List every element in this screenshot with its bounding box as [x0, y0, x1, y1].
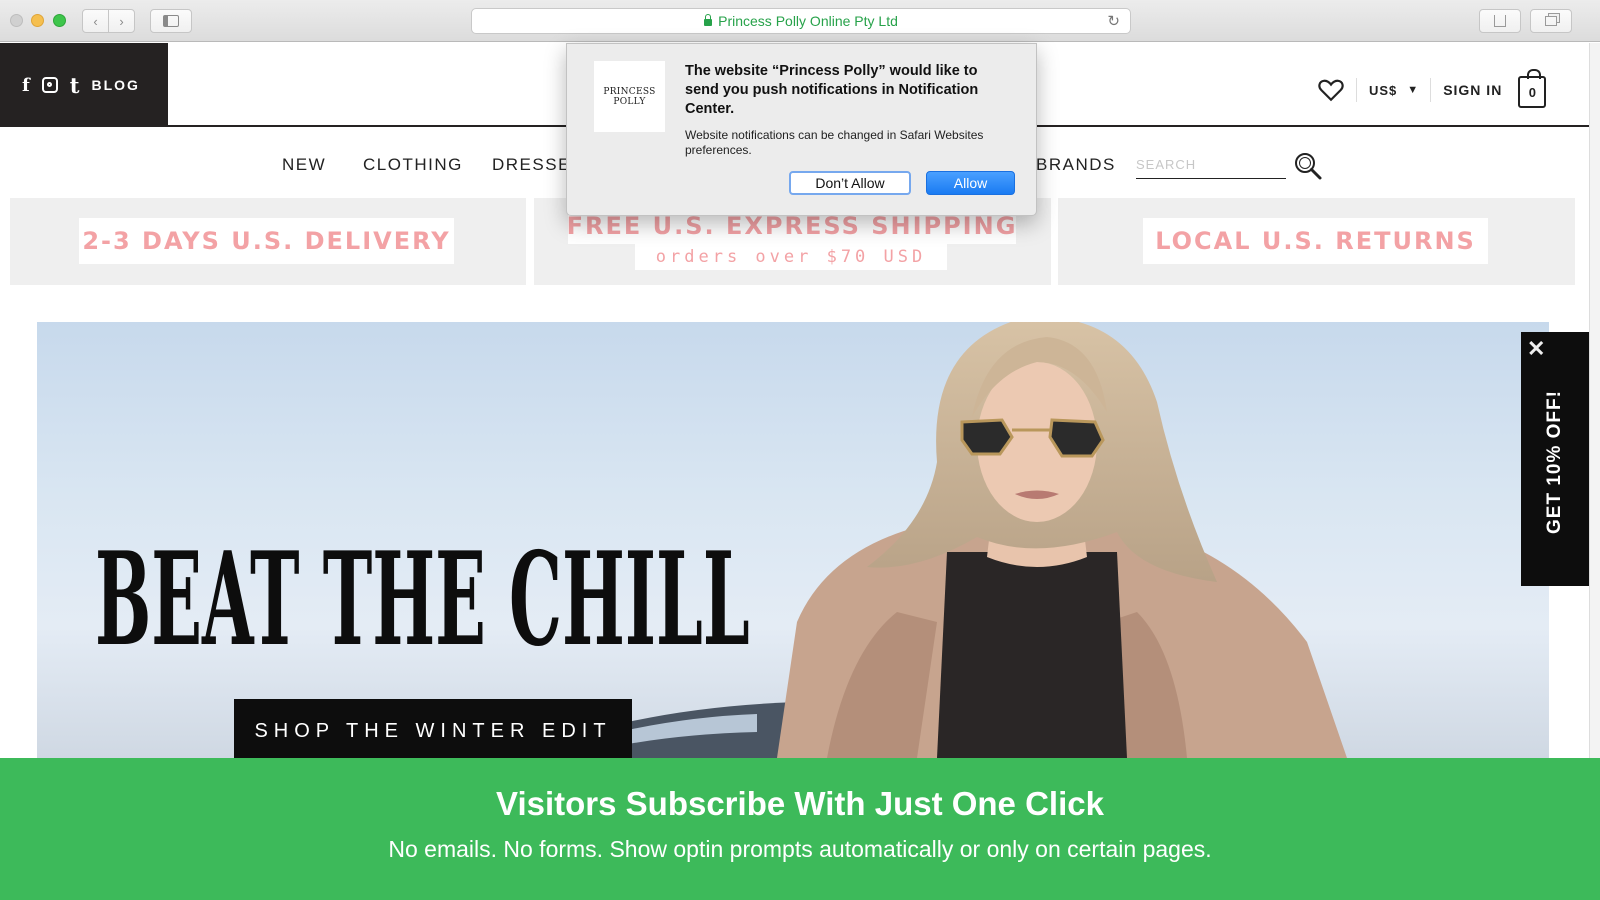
dialog-body: Website notifications can be changed in …: [685, 128, 984, 157]
back-button[interactable]: ‹: [82, 9, 109, 33]
hero-title: BEAT THE CHILL: [95, 525, 750, 675]
tabs-overview-button[interactable]: [1530, 9, 1572, 33]
notification-permission-dialog: PRINCESS POLLY The website “Princess Pol…: [566, 43, 1037, 216]
chevron-down-icon[interactable]: ▼: [1407, 84, 1418, 96]
nav-item-brands[interactable]: BRANDS: [1036, 155, 1116, 175]
lock-icon: [704, 13, 713, 26]
search-icon[interactable]: [1293, 151, 1323, 181]
search-field: [1136, 151, 1286, 179]
instagram-icon[interactable]: [41, 77, 58, 93]
dialog-title: The website “Princess Polly” would like …: [685, 63, 979, 117]
cart-icon[interactable]: 0: [1518, 69, 1547, 108]
dont-allow-button[interactable]: Don’t Allow: [789, 171, 911, 195]
site-logo: PRINCESS POLLY: [594, 61, 665, 132]
sign-in-link[interactable]: SIGN IN: [1443, 82, 1502, 98]
blog-link[interactable]: BLOG: [91, 77, 139, 93]
sidebar-button[interactable]: [150, 9, 192, 33]
header-separator: [1430, 78, 1432, 102]
shop-winter-edit-button[interactable]: SHOP THE WINTER EDIT: [234, 699, 632, 758]
nav-item-new[interactable]: NEW: [282, 155, 326, 175]
scrollbar[interactable]: [1589, 43, 1600, 758]
address-bar[interactable]: Princess Polly Online Pty Ltd ↻: [471, 8, 1131, 34]
browser-toolbar: ‹ › Princess Polly Online Pty Ltd ↻: [0, 0, 1600, 42]
social-links: f t BLOG: [0, 43, 168, 127]
reload-icon[interactable]: ↻: [1107, 12, 1120, 30]
share-button[interactable]: [1479, 9, 1521, 33]
instagram-lens: [46, 82, 52, 87]
banner-subtitle: No emails. No forms. Show optin prompts …: [388, 836, 1212, 862]
currency-selector[interactable]: US$: [1369, 83, 1397, 98]
promo-delivery: 2-3 DAYS U.S. DELIVERY: [10, 198, 526, 285]
zoom-window-button[interactable]: [53, 14, 66, 27]
close-icon[interactable]: ✕: [1527, 336, 1545, 362]
discount-side-tab[interactable]: ✕ GET 10% OFF!: [1521, 332, 1589, 586]
nav-item-clothing[interactable]: CLOTHING: [363, 155, 463, 175]
promo-sublabel: orders over $70 USD: [635, 244, 947, 270]
forward-button[interactable]: ›: [108, 9, 135, 33]
share-icon: [1494, 15, 1506, 27]
marketing-banner: Visitors Subscribe With Just One Click N…: [0, 758, 1600, 900]
sidebar-icon: [163, 15, 179, 27]
promo-label: LOCAL U.S. RETURNS: [1143, 218, 1488, 264]
close-window-button[interactable]: [10, 14, 23, 27]
search-input[interactable]: [1136, 151, 1286, 178]
header-separator: [1356, 78, 1357, 102]
banner-headline: Visitors Subscribe With Just One Click: [496, 785, 1104, 822]
heart-icon[interactable]: [1318, 78, 1344, 102]
allow-button[interactable]: Allow: [926, 171, 1015, 195]
tabs-icon: [1545, 16, 1557, 26]
hero-banner[interactable]: BEAT THE CHILL SHOP THE WINTER EDIT: [37, 322, 1549, 758]
minimize-window-button[interactable]: [31, 14, 44, 27]
discount-tab-label: GET 10% OFF!: [1544, 390, 1565, 534]
promo-returns: LOCAL U.S. RETURNS: [1058, 198, 1575, 285]
promo-label: 2-3 DAYS U.S. DELIVERY: [79, 218, 454, 264]
facebook-icon[interactable]: f: [22, 75, 30, 96]
address-text: Princess Polly Online Pty Ltd: [718, 13, 898, 29]
cart-count: 0: [1528, 84, 1536, 100]
header-actions: US$ ▼ SIGN IN 0: [1318, 69, 1547, 110]
tumblr-icon[interactable]: t: [70, 73, 80, 98]
